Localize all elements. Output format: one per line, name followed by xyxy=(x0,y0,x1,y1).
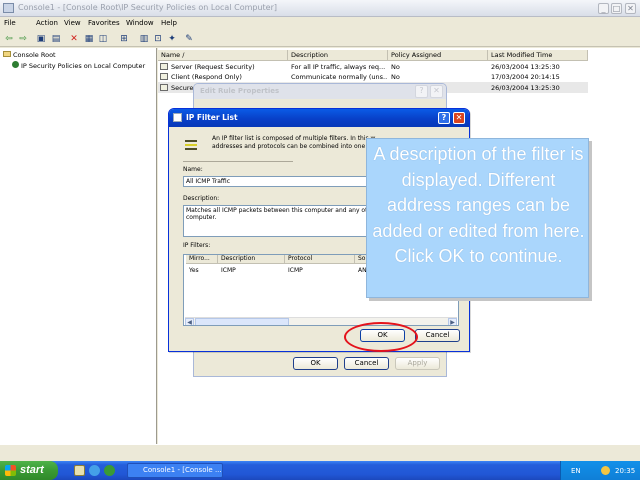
taskbar-item-console[interactable]: Console1 - [Console ... xyxy=(127,463,223,478)
close-button[interactable]: ✕ xyxy=(625,3,636,14)
ok-button-highlight xyxy=(344,322,418,352)
tree-item-ip-security-policies[interactable]: IP Security Policies on Local Computer xyxy=(12,61,145,70)
dialog-app-icon xyxy=(173,113,182,122)
edit-rule-close-button[interactable]: ✕ xyxy=(430,85,443,98)
up-folder-icon[interactable]: ▣ xyxy=(35,33,47,45)
windows-logo-icon xyxy=(5,465,16,476)
filter-column-protocol[interactable]: Protocol xyxy=(285,255,355,264)
policy-icon xyxy=(160,63,168,70)
policy-icon xyxy=(160,73,168,80)
ip-filter-title: IP Filter List xyxy=(186,113,238,122)
description-line-2: computer. xyxy=(186,214,217,221)
console-app-icon xyxy=(3,3,14,13)
language-indicator[interactable]: EN xyxy=(571,467,581,475)
minimize-button[interactable]: _ xyxy=(598,3,609,14)
tree-item-console-root[interactable]: Console Root xyxy=(3,51,56,59)
column-header-last-modified[interactable]: Last Modified Time xyxy=(488,50,588,61)
quicklaunch-ie-icon[interactable] xyxy=(89,465,100,476)
edit-rule-cancel-button[interactable]: Cancel xyxy=(344,357,389,370)
show-tree-icon[interactable]: ▤ xyxy=(50,33,62,45)
menu-action[interactable]: Action xyxy=(36,19,58,27)
name-label: Name: xyxy=(183,166,203,173)
menu-help[interactable]: Help xyxy=(161,19,177,27)
row-modified: 26/03/2004 13:25:30 xyxy=(491,63,560,71)
menu-file[interactable]: File xyxy=(4,19,16,27)
policy-icon xyxy=(160,84,168,91)
menu-window[interactable]: Window xyxy=(126,19,154,27)
row-modified: 17/03/2004 20:14:15 xyxy=(491,73,560,81)
system-tray: EN 20:35 xyxy=(560,461,640,480)
row-name: Server (Request Security) xyxy=(171,63,255,71)
edit-rule-ok-button[interactable]: OK xyxy=(293,357,338,370)
row-assigned: No xyxy=(391,63,400,71)
tutorial-callout: A description of the filter is displayed… xyxy=(366,138,589,298)
properties-icon[interactable]: ▦ xyxy=(83,33,95,45)
scroll-left-icon[interactable]: ◀ xyxy=(185,318,194,325)
delete-icon[interactable]: ✕ xyxy=(68,33,80,45)
callout-text: A description of the filter is displayed… xyxy=(372,144,585,266)
refresh-icon[interactable]: ◫ xyxy=(97,33,109,45)
filter-mirrored: Yes xyxy=(189,267,199,274)
row-description: Communicate normally (uns... xyxy=(291,73,387,81)
folder-icon xyxy=(3,51,11,57)
tree-pane: Console Root IP Security Policies on Loc… xyxy=(0,48,157,444)
quicklaunch-desktop-icon[interactable] xyxy=(74,465,85,476)
ip-filters-label: IP Filters: xyxy=(183,242,211,249)
intro-text-line-1: An IP filter list is composed of multipl… xyxy=(212,135,376,142)
help-icon[interactable]: ▥ xyxy=(138,33,150,45)
row-modified: 26/03/2004 13:25:30 xyxy=(491,84,560,92)
add-policy-icon[interactable]: ✦ xyxy=(166,33,178,45)
column-header-policy-assigned[interactable]: Policy Assigned xyxy=(388,50,488,61)
description-label: Description: xyxy=(183,195,220,202)
window-title: Console1 - [Console Root\IP Security Pol… xyxy=(18,3,277,12)
clock: 20:35 xyxy=(615,467,636,475)
filter-column-mirrored[interactable]: Mirro... xyxy=(186,255,218,264)
horizontal-scrollbar[interactable]: ◀ ▶ xyxy=(185,317,457,325)
forward-arrow-icon[interactable]: ⇨ xyxy=(17,33,29,45)
toolbar: ⇦ ⇨ ▣ ▤ ✕ ▦ ◫ ⊞ ▥ ⊡ ✦ ✎ xyxy=(0,31,640,47)
divider xyxy=(183,161,293,162)
menu-favorites[interactable]: Favorites xyxy=(88,19,120,27)
filter-description: ICMP xyxy=(221,267,236,274)
edit-rule-title: Edit Rule Properties xyxy=(200,87,280,95)
column-header-description[interactable]: Description xyxy=(288,50,388,61)
back-arrow-icon[interactable]: ⇦ xyxy=(3,33,15,45)
ip-filter-title-bar[interactable]: IP Filter List xyxy=(169,109,469,127)
edit-rule-help-button[interactable]: ? xyxy=(415,85,428,98)
ip-filter-close-button[interactable]: ✕ xyxy=(453,112,465,124)
scroll-thumb[interactable] xyxy=(195,318,289,325)
row-description: For all IP traffic, always req... xyxy=(291,63,386,71)
filter-protocol: ICMP xyxy=(288,267,303,274)
intro-text-line-2: addresses and protocols can be combined … xyxy=(212,143,366,150)
edit-rule-title-bar[interactable]: Edit Rule Properties xyxy=(194,84,446,99)
description-line-1: Matches all ICMP packets between this co… xyxy=(186,207,368,214)
description-field[interactable]: Matches all ICMP packets between this co… xyxy=(183,205,373,237)
taskbar: start Console1 - [Console ... EN 20:35 xyxy=(0,461,640,480)
filter-list-icon xyxy=(183,137,199,153)
row-assigned: No xyxy=(391,73,400,81)
menu-view[interactable]: View xyxy=(64,19,81,27)
scroll-right-icon[interactable]: ▶ xyxy=(448,318,457,325)
name-field[interactable]: All ICMP Traffic xyxy=(183,176,373,187)
wizard-icon[interactable]: ✎ xyxy=(183,33,195,45)
menu-bar: File Action View Favorites Window Help xyxy=(0,17,640,31)
row-name: Client (Respond Only) xyxy=(171,73,242,81)
ip-filter-help-button[interactable]: ? xyxy=(438,112,450,124)
column-header-name[interactable]: Name / xyxy=(158,50,288,61)
edit-rule-apply-button[interactable]: Apply xyxy=(395,357,440,370)
export-list-icon[interactable]: ⊞ xyxy=(118,33,130,45)
maximize-button[interactable]: □ xyxy=(611,3,622,14)
quicklaunch-media-icon[interactable] xyxy=(104,465,115,476)
main-title-bar[interactable]: Console1 - [Console Root\IP Security Pol… xyxy=(0,0,640,17)
filter-column-description[interactable]: Description xyxy=(218,255,285,264)
status-bar xyxy=(0,444,640,458)
tray-icon[interactable] xyxy=(601,466,610,475)
ip-filter-cancel-button[interactable]: Cancel xyxy=(415,329,460,342)
security-policy-icon xyxy=(12,61,19,68)
manage-filters-icon[interactable]: ⊡ xyxy=(152,33,164,45)
